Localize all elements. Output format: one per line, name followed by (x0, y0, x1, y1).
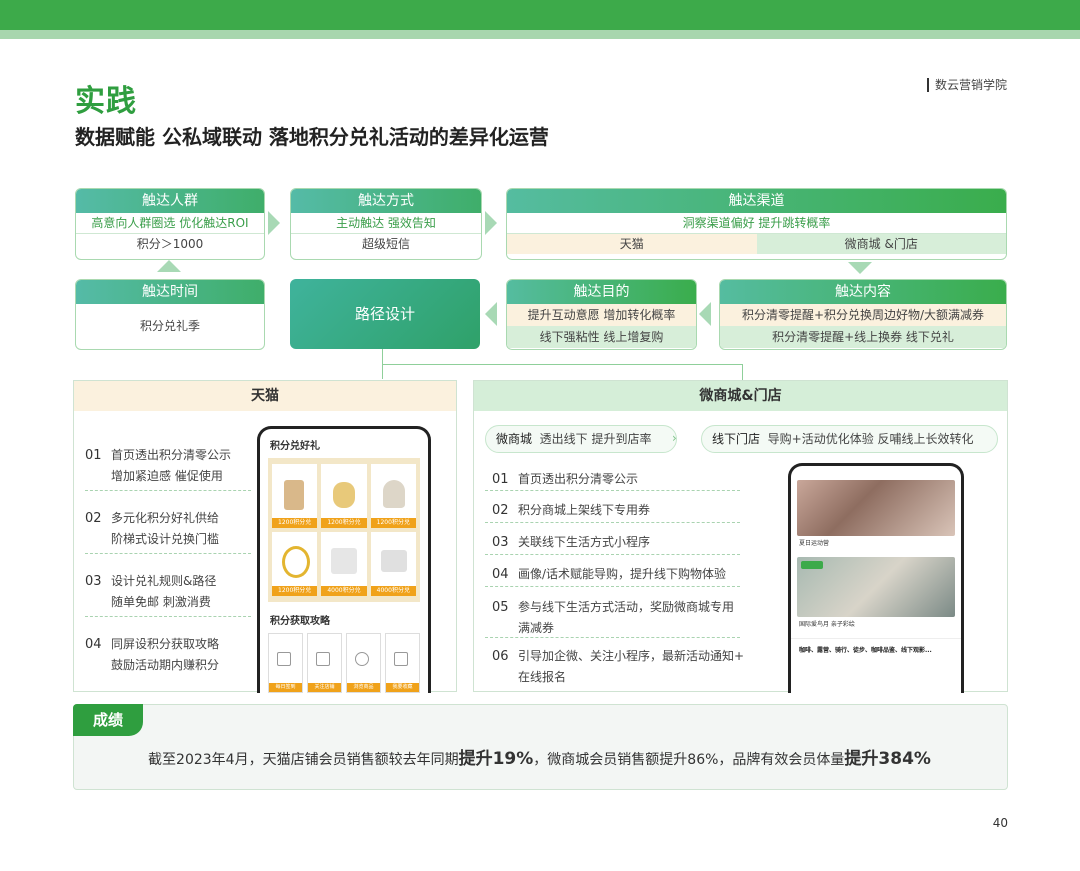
content-line2: 积分清零提醒+线上换券 线下兑礼 (720, 326, 1006, 348)
result-text: 截至2023年4月，天猫店铺会员销售额较去年同期提升19%，微商城会员销售额提升… (148, 749, 931, 769)
arrow-right-2 (485, 211, 497, 235)
connector-horizontal (382, 364, 742, 365)
arrow-left-1 (485, 302, 497, 326)
method-line2: 超级短信 (291, 233, 481, 254)
gift-tile[interactable]: 4000积分兑 (321, 532, 367, 596)
wsc-item-2: 02 积分商城上架线下专用券 (492, 503, 651, 518)
path-design-box: 路径设计 (290, 279, 480, 349)
time-line1: 积分兑礼季 (139, 319, 200, 333)
tmall-item-4: 04 同屏设积分获取攻略 鼓励活动期内赚积分 (85, 637, 220, 672)
tmall-item-1: 01 首页透出积分清零公示 增加紧迫感 催促使用 (85, 448, 232, 483)
content-box: 触达内容 积分清零提醒+积分兑换周边好物/大额满减券 积分清零提醒+线上换券 线… (719, 279, 1007, 350)
photo-painting (797, 557, 955, 617)
method-box: 触达方式 主动触达 强效告知 超级短信 (290, 188, 482, 260)
chevron-right-icon: › (672, 431, 677, 445)
photo-caption-1: 夏日运动营 (799, 540, 830, 547)
channel-wsc: 微商城 &门店 (756, 234, 1006, 254)
page-subtitle: 数据赋能 公私域联动 落地积分兑礼活动的差异化运营 (75, 125, 549, 149)
divider (85, 553, 251, 554)
connector-vertical-2 (742, 364, 743, 380)
wsc-item-6: 06 引导加企微、关注小程序，最新活动通知+ 在线报名 (492, 649, 745, 684)
page-title: 实践 (75, 84, 137, 119)
arrow-up (157, 260, 181, 272)
gift-tile[interactable]: 1200积分兑 (321, 464, 367, 528)
arrow-down (848, 262, 872, 274)
task-tile[interactable]: 浏览商品 (346, 633, 381, 693)
arrow-left-2 (699, 302, 711, 326)
arrow-right-1 (268, 211, 280, 235)
channel-box: 触达渠道 洞察渠道偏好 提升跳转概率 天猫 微商城 &门店 (506, 188, 1007, 260)
top-bar-accent (0, 30, 1080, 39)
tmall-item-2: 02 多元化积分好礼供给 阶梯式设计兑换门槛 (85, 511, 220, 546)
photo-group (797, 480, 955, 536)
content-line1: 积分清零提醒+积分兑换周边好物/大额满减券 (720, 304, 1006, 326)
goal-line2: 线下强粘性 线上增复购 (507, 326, 696, 348)
wsc-panel-title: 微商城&门店 (474, 381, 1007, 411)
task-tile[interactable]: 关注店铺 (307, 633, 342, 693)
photo-caption-2: 国际爱鸟月 亲子彩绘 (799, 621, 855, 628)
audience-line1: 高意向人群圈选 优化触达ROI (91, 216, 249, 230)
divider (485, 637, 740, 638)
time-box: 触达时间 积分兑礼季 (75, 279, 265, 350)
wsc-item-1: 01 首页透出积分清零公示 (492, 472, 639, 487)
divider (485, 554, 740, 555)
brand-label: 数云营销学院 (926, 78, 1007, 92)
goal-box: 触达目的 提升互动意愿 增加转化概率 线下强粘性 线上增复购 (506, 279, 697, 350)
audience-title: 触达人群 (76, 189, 264, 213)
phone-section-title: 积分获取攻略 (270, 616, 330, 627)
wsc-item-3: 03 关联线下生活方式小程序 (492, 535, 651, 550)
phone-title: 积分兑好礼 (270, 441, 320, 452)
phone-footer: 咖啡、露营、骑行、徒步、咖啡品鉴、线下观影... (791, 638, 961, 660)
audience-line2: 积分＞1000 (76, 233, 264, 254)
method-line1: 主动触达 强效告知 (336, 216, 436, 230)
gift-tile[interactable]: 1200积分兑 (370, 464, 416, 528)
channel-title: 触达渠道 (507, 189, 1006, 213)
wsc-phone-mockup: 夏日运动营 国际爱鸟月 亲子彩绘 咖啡、露营、骑行、徒步、咖啡品鉴、线下观影..… (788, 463, 964, 693)
wsc-pill: 微商城 透出线下 提升到店率 (485, 425, 677, 453)
tmall-panel-title: 天猫 (74, 381, 456, 411)
task-tile[interactable]: 我要收藏 (385, 633, 420, 693)
audience-box: 触达人群 高意向人群圈选 优化触达ROI 积分＞1000 (75, 188, 265, 260)
gift-tile[interactable]: 1200积分兑 (272, 464, 318, 528)
gift-tile[interactable]: 4000积分兑 (370, 532, 416, 596)
gift-tile[interactable]: 1200积分兑 (272, 532, 318, 596)
store-pill: 线下门店 导购+活动优化体验 反哺线上长效转化 (701, 425, 998, 453)
gift-grid: 1200积分兑 1200积分兑 1200积分兑 1200积分兑 4000积分兑 … (268, 458, 420, 602)
divider (485, 490, 740, 491)
divider (85, 490, 251, 491)
page-number: 40 (992, 816, 1008, 830)
tmall-item-3: 03 设计兑礼规则&路径 随单免邮 刺激消费 (85, 574, 217, 609)
divider (85, 616, 251, 617)
tmall-phone-mockup: 积分兑好礼 1200积分兑 1200积分兑 1200积分兑 1200积分兑 40… (257, 426, 431, 693)
result-label: 成绩 (73, 704, 143, 736)
divider (485, 586, 740, 587)
goal-line1: 提升互动意愿 增加转化概率 (507, 304, 696, 326)
task-tile[interactable]: 每日签到 (268, 633, 303, 693)
top-bar (0, 0, 1080, 30)
wsc-item-5: 05 参与线下生活方式活动，奖励微商城专用 满减券 (492, 600, 735, 635)
channel-line1: 洞察渠道偏好 提升跳转概率 (682, 216, 831, 230)
content-title: 触达内容 (720, 280, 1006, 304)
wsc-item-4: 04 画像/话术赋能导购，提升线下购物体验 (492, 567, 727, 582)
channel-tmall: 天猫 (507, 234, 757, 254)
goal-title: 触达目的 (507, 280, 696, 304)
divider (485, 522, 740, 523)
time-title: 触达时间 (76, 280, 264, 304)
method-title: 触达方式 (291, 189, 481, 213)
task-grid: 每日签到 关注店铺 浏览商品 我要收藏 (260, 633, 428, 693)
